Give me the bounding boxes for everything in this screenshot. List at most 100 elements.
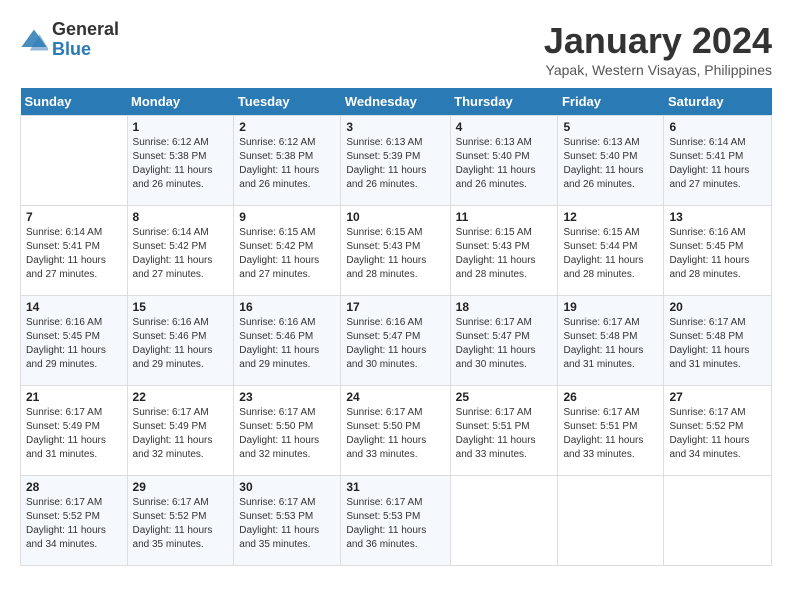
day-number: 24 [346,390,444,404]
calendar-cell: 26 Sunrise: 6:17 AMSunset: 5:51 PMDayligh… [558,386,664,476]
day-number: 3 [346,120,444,134]
day-detail: Sunrise: 6:13 AMSunset: 5:40 PMDaylight:… [563,136,658,192]
day-number: 2 [239,120,335,134]
day-detail: Sunrise: 6:17 AMSunset: 5:47 PMDaylight:… [456,316,553,372]
day-number: 23 [239,390,335,404]
day-detail: Sunrise: 6:16 AMSunset: 5:45 PMDaylight:… [26,316,122,372]
day-detail: Sunrise: 6:16 AMSunset: 5:46 PMDaylight:… [133,316,229,372]
calendar-cell [21,116,128,206]
logo-blue: Blue [52,40,119,60]
weekday-header-tuesday: Tuesday [234,88,341,116]
day-detail: Sunrise: 6:14 AMSunset: 5:42 PMDaylight:… [133,226,229,282]
calendar-cell [664,476,772,566]
day-detail: Sunrise: 6:17 AMSunset: 5:52 PMDaylight:… [26,496,122,552]
calendar-cell: 12Sunrise: 6:15 AMSunset: 5:44 PMDayligh… [558,206,664,296]
day-number: 13 [669,210,766,224]
calendar-cell: 25Sunrise: 6:17 AMSunset: 5:51 PMDayligh… [450,386,558,476]
calendar-cell: 18Sunrise: 6:17 AMSunset: 5:47 PMDayligh… [450,296,558,386]
weekday-header-thursday: Thursday [450,88,558,116]
day-detail: Sunrise: 6:17 AMSunset: 5:48 PMDaylight:… [669,316,766,372]
calendar-cell: 7Sunrise: 6:14 AMSunset: 5:41 PMDaylight… [21,206,128,296]
day-number: 19 [563,300,658,314]
calendar-cell: 5 Sunrise: 6:13 AMSunset: 5:40 PMDaylight… [558,116,664,206]
weekday-header-saturday: Saturday [664,88,772,116]
weekday-header-sunday: Sunday [21,88,128,116]
calendar-cell: 13 Sunrise: 6:16 AMSunset: 5:45 PMDayligh… [664,206,772,296]
calendar-cell: 6 Sunrise: 6:14 AMSunset: 5:41 PMDaylight… [664,116,772,206]
day-number: 15 [133,300,229,314]
calendar-cell: 1 Sunrise: 6:12 AMSunset: 5:38 PMDaylight… [127,116,234,206]
calendar-cell: 22Sunrise: 6:17 AMSunset: 5:49 PMDayligh… [127,386,234,476]
day-number: 26 [563,390,658,404]
day-number: 4 [456,120,553,134]
calendar-cell: 14 Sunrise: 6:16 AMSunset: 5:45 PMDayligh… [21,296,128,386]
calendar-cell: 8 Sunrise: 6:14 AMSunset: 5:42 PMDaylight… [127,206,234,296]
day-number: 17 [346,300,444,314]
calendar-cell: 19Sunrise: 6:17 AMSunset: 5:48 PMDayligh… [558,296,664,386]
day-number: 8 [133,210,229,224]
logo-general: General [52,20,119,40]
day-number: 14 [26,300,122,314]
weekday-header-wednesday: Wednesday [341,88,450,116]
calendar-cell [558,476,664,566]
day-detail: Sunrise: 6:17 AMSunset: 5:50 PMDaylight:… [239,406,335,462]
calendar-cell: 17Sunrise: 6:16 AMSunset: 5:47 PMDayligh… [341,296,450,386]
weekday-header-friday: Friday [558,88,664,116]
day-detail: Sunrise: 6:14 AMSunset: 5:41 PMDaylight:… [669,136,766,192]
calendar-cell: 30 Sunrise: 6:17 AMSunset: 5:53 PMDayligh… [234,476,341,566]
day-detail: Sunrise: 6:12 AMSunset: 5:38 PMDaylight:… [133,136,229,192]
calendar-cell: 24 Sunrise: 6:17 AMSunset: 5:50 PMDayligh… [341,386,450,476]
day-detail: Sunrise: 6:15 AMSunset: 5:42 PMDaylight:… [239,226,335,282]
week-row-4: 21Sunrise: 6:17 AMSunset: 5:49 PMDayligh… [21,386,772,476]
day-detail: Sunrise: 6:17 AMSunset: 5:53 PMDaylight:… [239,496,335,552]
calendar-cell: 23 Sunrise: 6:17 AMSunset: 5:50 PMDayligh… [234,386,341,476]
calendar-table: SundayMondayTuesdayWednesdayThursdayFrid… [20,88,772,566]
page-header: General Blue January 2024 Yapak, Western… [20,20,772,78]
day-detail: Sunrise: 6:17 AMSunset: 5:52 PMDaylight:… [669,406,766,462]
day-detail: Sunrise: 6:13 AMSunset: 5:39 PMDaylight:… [346,136,444,192]
day-number: 20 [669,300,766,314]
week-row-3: 14 Sunrise: 6:16 AMSunset: 5:45 PMDayligh… [21,296,772,386]
day-detail: Sunrise: 6:12 AMSunset: 5:38 PMDaylight:… [239,136,335,192]
calendar-cell: 15 Sunrise: 6:16 AMSunset: 5:46 PMDayligh… [127,296,234,386]
day-detail: Sunrise: 6:17 AMSunset: 5:51 PMDaylight:… [563,406,658,462]
logo-text: General Blue [52,20,119,60]
weekday-header-row: SundayMondayTuesdayWednesdayThursdayFrid… [21,88,772,116]
day-number: 6 [669,120,766,134]
week-row-5: 28 Sunrise: 6:17 AMSunset: 5:52 PMDayligh… [21,476,772,566]
day-detail: Sunrise: 6:16 AMSunset: 5:45 PMDaylight:… [669,226,766,282]
day-number: 27 [669,390,766,404]
calendar-cell: 29 Sunrise: 6:17 AMSunset: 5:52 PMDayligh… [127,476,234,566]
calendar-cell: 11Sunrise: 6:15 AMSunset: 5:43 PMDayligh… [450,206,558,296]
day-number: 11 [456,210,553,224]
calendar-cell: 4 Sunrise: 6:13 AMSunset: 5:40 PMDaylight… [450,116,558,206]
calendar-cell: 27 Sunrise: 6:17 AMSunset: 5:52 PMDayligh… [664,386,772,476]
day-number: 5 [563,120,658,134]
day-detail: Sunrise: 6:17 AMSunset: 5:53 PMDaylight:… [346,496,444,552]
day-number: 21 [26,390,122,404]
day-detail: Sunrise: 6:15 AMSunset: 5:44 PMDaylight:… [563,226,658,282]
calendar-cell: 3 Sunrise: 6:13 AMSunset: 5:39 PMDaylight… [341,116,450,206]
calendar-cell [450,476,558,566]
day-detail: Sunrise: 6:17 AMSunset: 5:52 PMDaylight:… [133,496,229,552]
day-detail: Sunrise: 6:13 AMSunset: 5:40 PMDaylight:… [456,136,553,192]
day-number: 16 [239,300,335,314]
day-number: 7 [26,210,122,224]
day-number: 1 [133,120,229,134]
calendar-cell: 16 Sunrise: 6:16 AMSunset: 5:46 PMDayligh… [234,296,341,386]
day-number: 29 [133,480,229,494]
day-number: 31 [346,480,444,494]
logo: General Blue [20,20,119,60]
week-row-1: 1 Sunrise: 6:12 AMSunset: 5:38 PMDaylight… [21,116,772,206]
week-row-2: 7Sunrise: 6:14 AMSunset: 5:41 PMDaylight… [21,206,772,296]
calendar-cell: 31 Sunrise: 6:17 AMSunset: 5:53 PMDayligh… [341,476,450,566]
day-number: 10 [346,210,444,224]
day-number: 28 [26,480,122,494]
calendar-cell: 10Sunrise: 6:15 AMSunset: 5:43 PMDayligh… [341,206,450,296]
day-detail: Sunrise: 6:17 AMSunset: 5:50 PMDaylight:… [346,406,444,462]
day-number: 30 [239,480,335,494]
calendar-cell: 21Sunrise: 6:17 AMSunset: 5:49 PMDayligh… [21,386,128,476]
calendar-cell: 20 Sunrise: 6:17 AMSunset: 5:48 PMDayligh… [664,296,772,386]
day-detail: Sunrise: 6:16 AMSunset: 5:46 PMDaylight:… [239,316,335,372]
day-number: 25 [456,390,553,404]
